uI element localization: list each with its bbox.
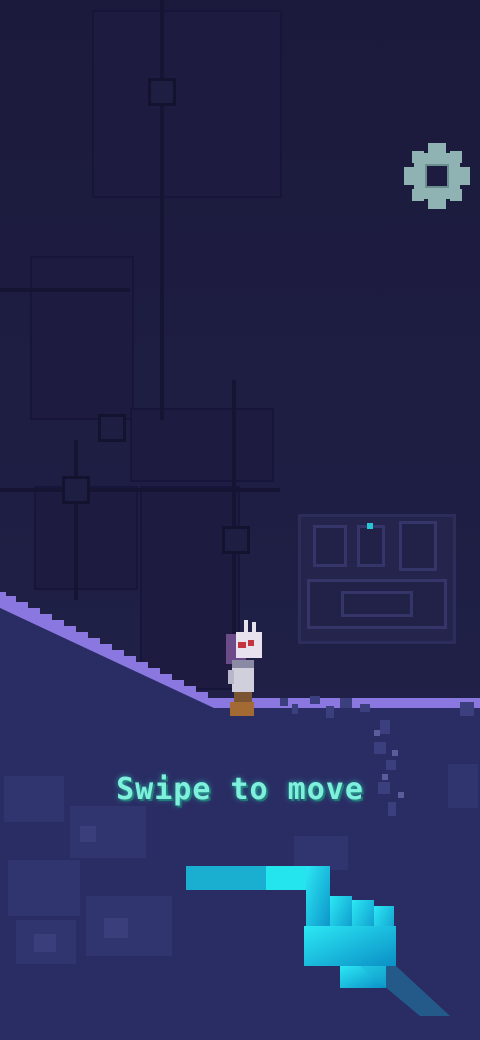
pointing-hand-icon <box>304 866 450 1016</box>
tutorial-hint: Swipe to move <box>116 772 364 807</box>
swipe-trail <box>186 866 266 890</box>
player-character[interactable] <box>218 620 264 718</box>
hanging-vines <box>280 696 474 816</box>
game-scene[interactable]: Swipe to move <box>0 0 480 1040</box>
settings-button[interactable] <box>404 143 470 209</box>
